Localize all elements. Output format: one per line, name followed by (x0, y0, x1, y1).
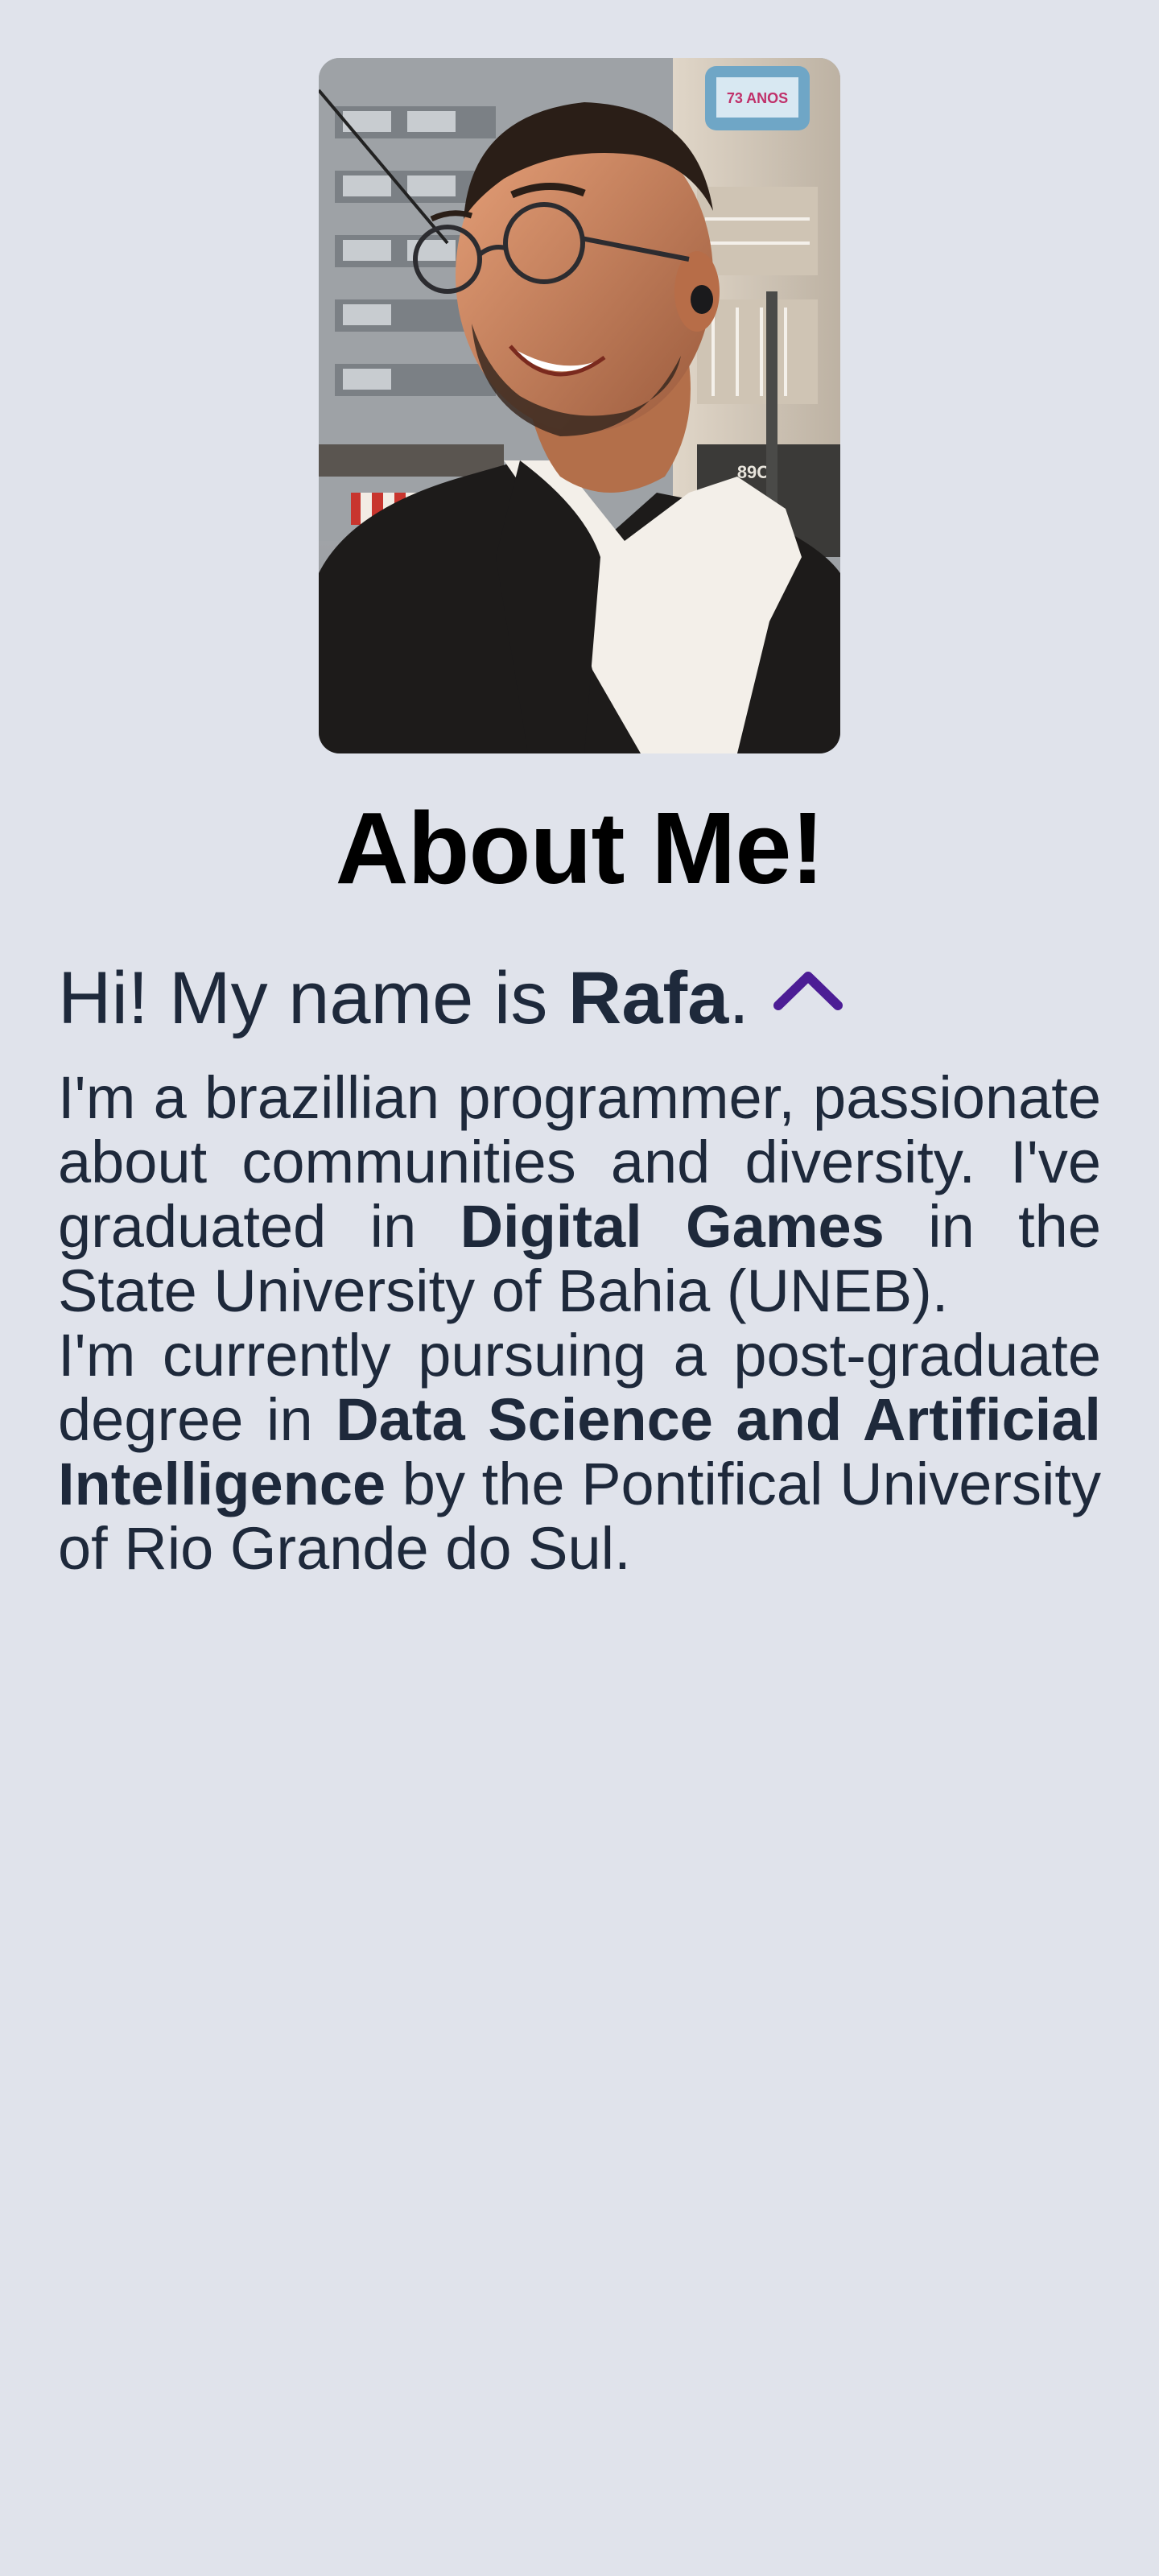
greeting-prefix: Hi! My name is (58, 957, 568, 1039)
chevron-up-icon[interactable] (772, 965, 844, 1013)
chevron-up-icon-svg (773, 971, 843, 1010)
profile-photo-illustration: 73 ANOS 89C (319, 58, 840, 753)
greeting-line: Hi! My name is Rafa. (58, 956, 1101, 1042)
bio-paragraph-education: I'm a brazillian programmer, passionate … (58, 1066, 1101, 1323)
bio-text: I'm a brazillian programmer, passionate … (58, 1066, 1101, 1581)
greeting-suffix: . (728, 957, 749, 1039)
page-title: About Me! (335, 791, 825, 905)
bio-paragraph-postgrad: I'm currently pursuing a post-graduate d… (58, 1323, 1101, 1581)
bio-degree-highlight: Digital Games (460, 1193, 885, 1260)
greeting-name: Rafa (567, 957, 729, 1039)
profile-photo: 73 ANOS 89C (319, 58, 840, 753)
about-page: 73 ANOS 89C About Me! Hi! My name is Raf… (0, 0, 1159, 2576)
photo-storefront-text: 89C (737, 462, 769, 482)
photo-sign-text: 73 ANOS (727, 90, 788, 106)
